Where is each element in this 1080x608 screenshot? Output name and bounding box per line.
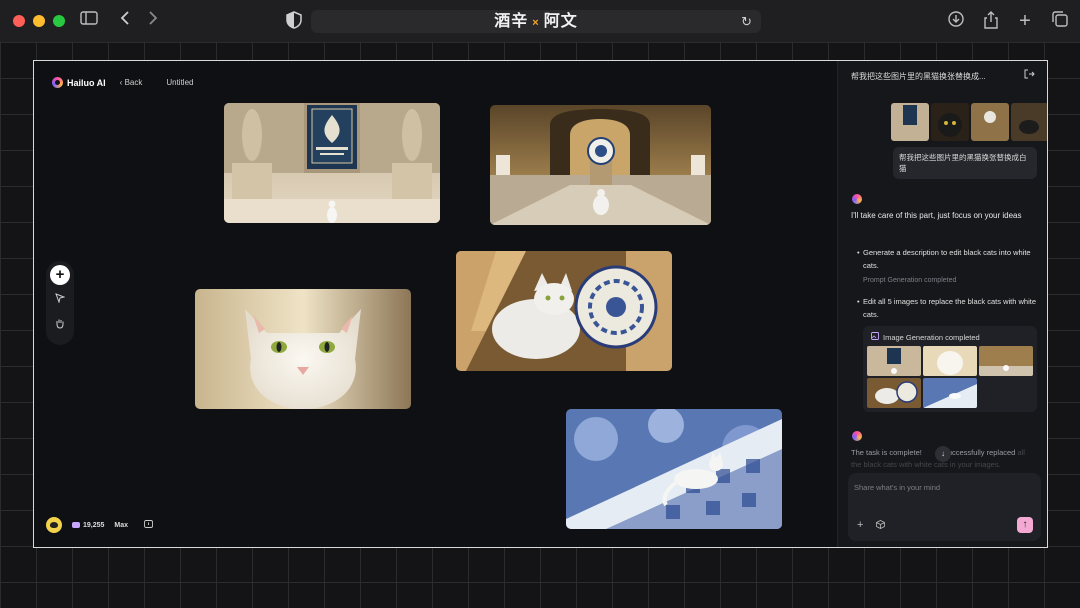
image-gen-status: Image Generation completed [871, 332, 980, 342]
generated-images-card[interactable]: Image Generation completed [863, 326, 1037, 412]
generated-thumb[interactable] [867, 378, 921, 408]
share-icon[interactable] [981, 11, 1001, 31]
new-tab-icon[interactable]: + [1015, 11, 1035, 31]
address-bar[interactable]: 酒辛 × 阿文 ↻ [311, 10, 761, 33]
plan-badge[interactable]: Max [114, 522, 128, 529]
ai-intro-text: I'll take care of this part, just focus … [851, 211, 1022, 220]
document-title[interactable]: Untitled [166, 78, 193, 87]
forward-nav-icon[interactable] [143, 11, 163, 31]
generated-thumb[interactable] [979, 346, 1033, 376]
generated-thumb[interactable] [923, 346, 977, 376]
chat-title: 帮我把这些图片里的黑猫换张替换成... [851, 72, 986, 81]
back-label: Back [124, 78, 143, 87]
sidebar-toggle-icon[interactable] [79, 11, 99, 31]
maximize-window-button[interactable] [53, 15, 65, 27]
canvas-image-cat-with-plate[interactable] [456, 251, 672, 371]
account-bar: 19,255 Max [46, 517, 153, 533]
attached-thumb[interactable] [971, 103, 1009, 141]
attached-thumb[interactable] [931, 103, 969, 141]
image-gen-status-text: Image Generation completed [883, 332, 980, 342]
download-icon[interactable] [946, 11, 966, 31]
generated-thumb[interactable] [923, 378, 977, 408]
back-nav-icon[interactable] [115, 11, 135, 31]
canvas-toolbar: + [46, 261, 74, 345]
hailuo-logo[interactable]: Hailuo AI [52, 77, 106, 88]
browser-toolbar: 酒辛 × 阿文 ↻ + [0, 0, 1080, 42]
address-separator: × [532, 17, 540, 29]
user-message: 帮我把这些图片里的黑猫换张替换成白猫 [893, 147, 1037, 179]
address-title: 酒辛 [494, 13, 529, 30]
ai-completion-part-b: successfully replaced [944, 448, 1016, 457]
ai-avatar-icon [852, 431, 862, 441]
close-window-button[interactable] [13, 15, 25, 27]
attached-images: › [891, 103, 1047, 141]
feedback-icon[interactable] [144, 519, 153, 531]
shield-icon[interactable] [284, 11, 304, 31]
add-button[interactable]: + [50, 265, 70, 285]
logo-icon [52, 77, 63, 88]
app-window: Hailuo AI ‹ Back Untitled + 19,255 Max 帮… [33, 60, 1048, 548]
canvas-image-gallery-hall[interactable] [490, 105, 711, 225]
attached-thumb[interactable] [1011, 103, 1047, 141]
exit-panel-icon[interactable] [1024, 69, 1035, 82]
back-button[interactable]: ‹ Back [120, 78, 143, 87]
credits-count: 19,255 [83, 521, 105, 529]
chat-input[interactable] [854, 483, 1034, 492]
window-controls [13, 15, 65, 27]
logo-text: Hailuo AI [67, 77, 106, 88]
step-prompt-generation: Generate a description to edit black cat… [857, 246, 1043, 272]
canvas-image-museum-facade[interactable] [224, 103, 440, 223]
scroll-down-button[interactable]: ↓ [935, 446, 951, 462]
select-cursor-icon[interactable] [50, 291, 70, 311]
attach-button[interactable]: + [857, 519, 863, 531]
credits-badge[interactable]: 19,255 [72, 522, 104, 529]
canvas-image-white-cat-portrait[interactable] [195, 289, 411, 409]
attached-thumb[interactable] [891, 103, 929, 141]
step-image-generation: Edit all 5 images to replace the black c… [857, 295, 1043, 321]
chat-input-box: + ↑ [848, 473, 1041, 541]
app-topbar: Hailuo AI ‹ Back Untitled [52, 77, 193, 88]
hand-pan-icon[interactable] [50, 317, 70, 337]
address-title-2: 阿文 [543, 13, 578, 30]
generated-images-grid [867, 346, 1033, 408]
step-prompt-status: Prompt Generation completed [863, 277, 957, 284]
canvas-image-cat-on-tiles[interactable] [566, 409, 782, 529]
chat-panel: 帮我把这些图片里的黑猫换张替换成... › 帮我把这些图片里的黑猫换张替换成白猫… [837, 61, 1047, 547]
send-button[interactable]: ↑ [1017, 517, 1033, 533]
ai-completion-part-a: The task is complete! [851, 448, 922, 457]
mode-cube-icon[interactable] [876, 520, 885, 531]
gem-icon [72, 522, 80, 528]
tabs-overview-icon[interactable] [1050, 11, 1070, 31]
reload-icon[interactable]: ↻ [741, 10, 753, 33]
minimize-window-button[interactable] [33, 15, 45, 27]
user-avatar[interactable] [46, 517, 62, 533]
ai-avatar-icon [852, 194, 862, 204]
image-icon [871, 332, 879, 342]
generated-thumb[interactable] [867, 346, 921, 376]
